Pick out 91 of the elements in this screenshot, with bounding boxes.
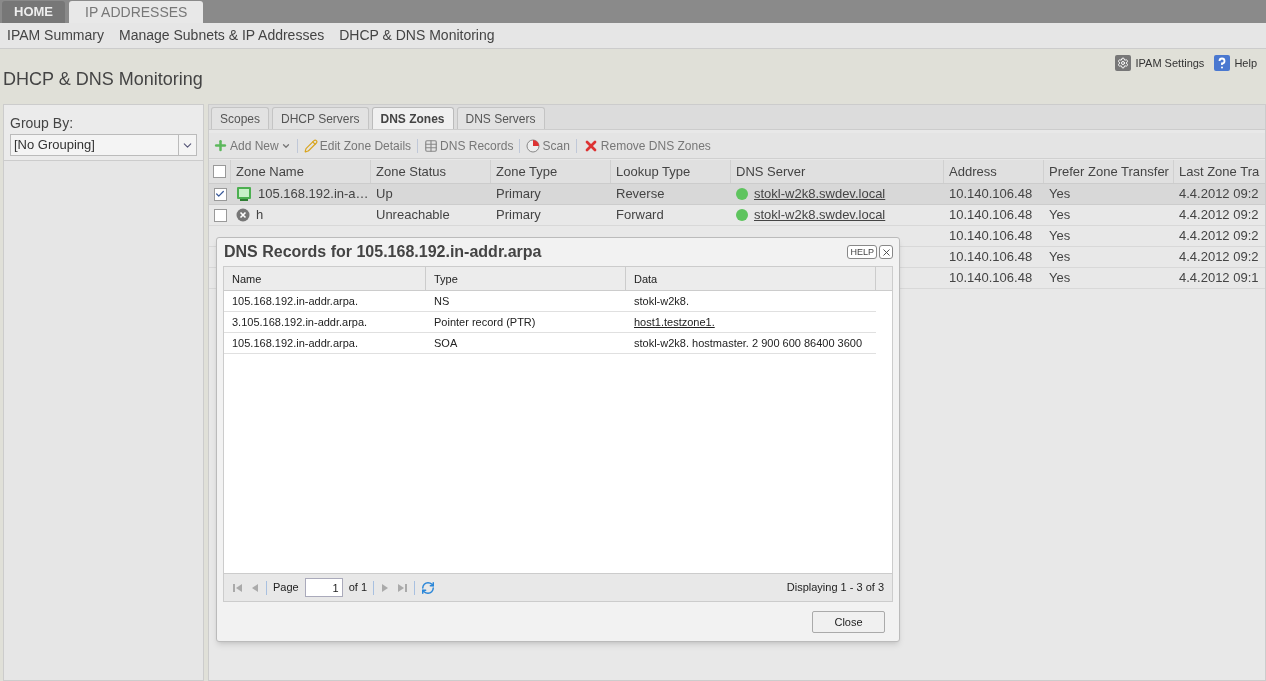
row-checkbox[interactable] xyxy=(213,187,227,201)
table-cell-text: Yes xyxy=(1049,227,1071,246)
table-cell-text: Yes xyxy=(1049,185,1071,204)
close-button[interactable] xyxy=(879,245,893,259)
toolbar-button[interactable]: Add New xyxy=(213,136,291,155)
table-cell-text: 4.4.2012 09:2 xyxy=(1179,185,1259,204)
table-cell-text: 10.140.106.48 xyxy=(949,248,1033,267)
column-header[interactable]: DNS Server xyxy=(736,161,806,182)
column-header[interactable]: Type xyxy=(426,267,626,290)
table-cell-text: Unreachable xyxy=(376,206,450,225)
page-input[interactable]: 1 xyxy=(304,578,343,597)
scan-icon xyxy=(526,138,541,153)
page-title: DHCP & DNS Monitoring xyxy=(3,68,203,91)
table-cell-text: 3.105.168.192.in-addr.arpa. xyxy=(231,314,369,330)
close-icon xyxy=(880,246,892,258)
table-cell-text: 4.4.2012 09:2 xyxy=(1179,206,1259,225)
row-checkbox[interactable] xyxy=(213,208,227,222)
table-cell-text: Yes xyxy=(1049,269,1071,288)
row-checkbox[interactable] xyxy=(213,165,226,178)
column-header[interactable]: Name xyxy=(224,267,426,290)
table-cell-text: 105.168.192.in-addr.arpa. xyxy=(231,293,359,309)
table-cell-text: Up xyxy=(376,185,393,204)
column-header[interactable]: Zone Status xyxy=(376,161,447,182)
data-link[interactable]: host1.testzone1. xyxy=(634,315,715,328)
zone-tab[interactable]: DNS Zones xyxy=(371,107,454,129)
unreachable-icon xyxy=(236,208,250,222)
header-link-label: IPAM Settings xyxy=(1135,55,1205,71)
table-cell-text: Yes xyxy=(1049,206,1071,225)
table-icon xyxy=(424,138,439,153)
table-cell-text: 105.168.192.in-addr.arpa. xyxy=(231,335,359,351)
table-cell-text: h xyxy=(256,206,264,225)
table-cell-text: 4.4.2012 09:1 xyxy=(1179,269,1259,288)
table-cell-text: Primary xyxy=(496,206,541,225)
toolbar-button[interactable]: Edit Zone Details xyxy=(303,136,412,155)
server-link[interactable]: stokl-w2k8.swdev.local xyxy=(754,184,886,204)
group-by-label: Group By: xyxy=(10,114,75,133)
top-tab[interactable]: IP ADDRESSES xyxy=(69,1,204,23)
toolbar-button[interactable]: DNS Records xyxy=(424,136,514,155)
column-header[interactable]: Prefer Zone Transfer xyxy=(1049,161,1169,182)
previous-page-icon[interactable] xyxy=(250,581,260,594)
table-cell-text: 105.168.192.in-a… xyxy=(258,185,369,204)
toolbar-button[interactable]: Scan xyxy=(526,136,570,155)
pencil-icon xyxy=(303,138,318,153)
close-dialog-button[interactable]: Close xyxy=(812,611,885,633)
table-cell-text: Primary xyxy=(496,185,541,204)
column-header[interactable]: Zone Name xyxy=(236,161,304,182)
column-header[interactable]: Address xyxy=(949,161,997,182)
column-header[interactable]: Zone Type xyxy=(496,161,558,182)
table-cell-text: 10.140.106.48 xyxy=(949,206,1033,225)
column-header[interactable]: Last Zone Tra xyxy=(1179,161,1260,182)
display-count: Displaying 1 - 3 of 3 xyxy=(786,580,884,596)
table-cell-text: Forward xyxy=(616,206,664,225)
nav-link[interactable]: IPAM Summary xyxy=(7,25,104,46)
first-page-icon[interactable] xyxy=(232,581,244,594)
group-by-dropdown[interactable]: [No Grouping] xyxy=(10,134,197,156)
table-cell: stokl-w2k8. hostmaster. 2 900 600 86400 3600 xyxy=(634,336,863,349)
table-cell-text: 10.140.106.48 xyxy=(949,185,1033,204)
nav-link[interactable]: Manage Subnets & IP Addresses xyxy=(119,25,325,46)
last-page-icon[interactable] xyxy=(396,581,409,594)
nav-link[interactable]: DHCP & DNS Monitoring xyxy=(339,25,495,46)
settings-icon xyxy=(1115,55,1132,71)
header-link[interactable]: Help xyxy=(1214,54,1257,72)
toolbar-button[interactable]: Remove DNS Zones xyxy=(582,136,711,155)
table-cell-text: 4.4.2012 09:2 xyxy=(1179,227,1259,246)
zone-up-icon xyxy=(236,186,252,202)
column-header[interactable]: Lookup Type xyxy=(616,161,691,182)
zone-tab[interactable]: DNS Servers xyxy=(456,107,545,129)
table-cell-text: Reverse xyxy=(616,185,665,204)
refresh-icon[interactable] xyxy=(421,580,436,595)
header-link-label: Help xyxy=(1234,55,1257,71)
help-button[interactable]: HELP xyxy=(847,245,877,259)
table-cell-text: NS xyxy=(433,293,451,309)
table-cell-text: 10.140.106.48 xyxy=(949,269,1033,288)
zone-tab[interactable]: Scopes xyxy=(211,107,270,129)
table-row[interactable]: h Unreachable Primary Forward stokl-w2k8.swdev.local 10.140.106.48 Yes 4.4.2012 09:2 xyxy=(209,205,1265,226)
table-cell-text: 10.140.106.48 xyxy=(949,227,1033,246)
top-tab[interactable]: HOME xyxy=(2,1,65,23)
table-cell-text: Yes xyxy=(1049,248,1071,267)
table-cell-text: SOA xyxy=(433,335,459,351)
table-cell: stokl-w2k8. xyxy=(634,294,690,307)
plus-icon xyxy=(213,138,228,153)
help-icon xyxy=(1214,55,1231,71)
column-header[interactable]: Data xyxy=(626,267,876,290)
table-cell-text: 4.4.2012 09:2 xyxy=(1179,248,1259,267)
zone-tab[interactable]: DHCP Servers xyxy=(272,107,369,129)
page-label: Page xyxy=(273,580,299,596)
table-cell-text: Pointer record (PTR) xyxy=(433,314,537,330)
table-row[interactable]: 105.168.192.in-a… Up Primary Reverse stokl-w2k8.swdev.local 10.140.106.48 Yes 4.4.2012 09:2 xyxy=(209,184,1265,205)
header-link[interactable]: IPAM Settings xyxy=(1115,54,1205,72)
page-count: of 1 xyxy=(348,580,368,596)
server-link[interactable]: stokl-w2k8.swdev.local xyxy=(754,205,886,225)
